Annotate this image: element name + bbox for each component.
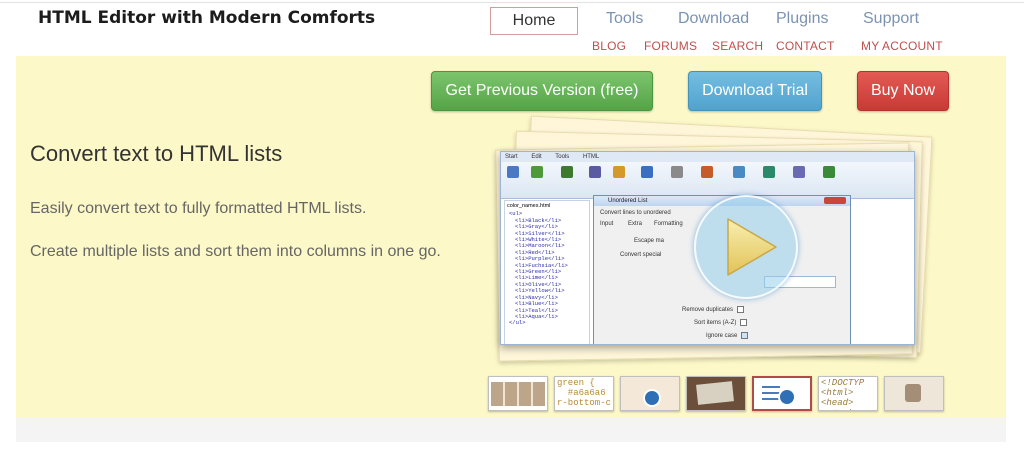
code-lines: <ul> <li>Black</li> <li>Gray</li> <li>Silve…: [507, 210, 587, 327]
sub-link-forums[interactable]: FORUMS: [644, 39, 697, 53]
nav-tab-home[interactable]: Home: [490, 7, 578, 35]
sort-items-row: Sort items (A-Z): [694, 319, 748, 327]
checkbox: [741, 332, 749, 339]
nav-tab-download[interactable]: Download: [678, 10, 749, 28]
ribbon-icon: [701, 166, 713, 178]
image-thumbnail[interactable]: [884, 376, 944, 411]
list-thumbnail[interactable]: [752, 376, 812, 411]
search-thumbnail[interactable]: [620, 376, 680, 411]
ribbon-tab: HTML: [582, 154, 600, 160]
nav-tab-support[interactable]: Support: [863, 10, 919, 28]
play-icon: [643, 389, 661, 407]
buy-now-button[interactable]: Buy Now: [857, 71, 949, 111]
escape-label: Escape ma: [634, 238, 665, 244]
sub-link-my-account[interactable]: MY ACCOUNT: [861, 39, 943, 53]
sub-link-contact[interactable]: CONTACT: [776, 39, 835, 53]
doctype-thumbnail-text: <!DOCTYP <html> <head> <met: [821, 378, 865, 410]
remove-duplicates-row: Remove duplicates: [682, 306, 745, 314]
ribbon-tab: Tools: [555, 154, 570, 160]
ribbon-icon: [589, 166, 601, 178]
dialog-tab-extra: Extra: [628, 221, 643, 227]
get-previous-version-button[interactable]: Get Previous Version (free): [431, 71, 653, 111]
code-line: </ul>: [509, 319, 526, 327]
site-title[interactable]: HTML Editor with Modern Comforts: [38, 8, 375, 28]
ribbon-tabs: Start Edit Tools HTML: [501, 152, 914, 162]
nav-tab-tools[interactable]: Tools: [606, 10, 643, 28]
play-triangle-icon: [727, 218, 777, 276]
ribbon-icon: [507, 166, 519, 178]
nav-tab-plugins[interactable]: Plugins: [776, 10, 828, 28]
hero-paragraph-1: Easily convert text to fully formatted H…: [30, 200, 367, 217]
ribbon-icon: [733, 166, 745, 178]
feature-screenshot[interactable]: Start Edit Tools HTML color_names.html <…: [500, 151, 915, 345]
sort-items-label: Sort items (A-Z): [694, 320, 737, 327]
hero-headline: Convert text to HTML lists: [30, 141, 283, 166]
ribbon-icon: [823, 166, 835, 178]
grid-thumbnail-image: [491, 382, 545, 406]
editor-thumbnail[interactable]: [686, 376, 746, 411]
ribbon-toolbar: [501, 162, 914, 199]
footer-strip: [16, 418, 1006, 442]
top-divider: [0, 2, 1024, 3]
ribbon-tab: Start: [505, 154, 518, 160]
ignore-case-row: Ignore case: [706, 332, 749, 340]
grid-thumbnail[interactable]: [488, 376, 548, 411]
editor-thumbnail-image: [696, 381, 734, 405]
sub-link-search[interactable]: SEARCH: [712, 39, 763, 53]
ribbon-icon: [531, 166, 543, 178]
code-editor: color_names.html <ul> <li>Black</li> <li>G…: [504, 200, 590, 344]
hero-paragraph-2: Create multiple lists and sort them into…: [30, 243, 441, 260]
ribbon-icon: [671, 166, 683, 178]
convert-label: Convert special: [620, 252, 662, 258]
dialog-tab-formatting: Formatting: [654, 221, 683, 227]
ribbon-tab: Edit: [531, 154, 542, 160]
thumbnail-strip: green { #a6a6a6 r-bottom-c <!DOCTYP <htm…: [488, 376, 948, 412]
play-icon: [778, 388, 796, 406]
play-video-icon[interactable]: [694, 195, 798, 299]
list-line: [762, 392, 780, 394]
dialog-heading: Convert lines to unordered: [600, 210, 671, 216]
sub-link-blog[interactable]: BLOG: [592, 39, 626, 53]
code-thumbnail-text: green { #a6a6a6 r-bottom-c: [557, 378, 612, 408]
remove-duplicates-label: Remove duplicates: [682, 307, 734, 314]
image-thumbnail-image: [905, 384, 921, 402]
close-icon: [824, 197, 846, 204]
ribbon-icon: [613, 166, 625, 178]
list-line: [762, 386, 780, 388]
file-tab: color_names.html: [507, 203, 551, 209]
doctype-thumbnail[interactable]: <!DOCTYP <html> <head> <met: [818, 376, 878, 411]
ignore-case-label: Ignore case: [706, 333, 738, 340]
code-thumbnail[interactable]: green { #a6a6a6 r-bottom-c: [554, 376, 614, 411]
ribbon-icon: [641, 166, 653, 178]
download-trial-button[interactable]: Download Trial: [688, 71, 822, 111]
checkbox: [737, 306, 745, 313]
dialog-title-text: Unordered List: [608, 198, 648, 204]
ribbon-icon: [561, 166, 573, 178]
dialog-tab-input: Input: [600, 221, 614, 227]
checkbox: [740, 319, 748, 326]
ribbon-icon: [763, 166, 775, 178]
ribbon-icon: [793, 166, 805, 178]
